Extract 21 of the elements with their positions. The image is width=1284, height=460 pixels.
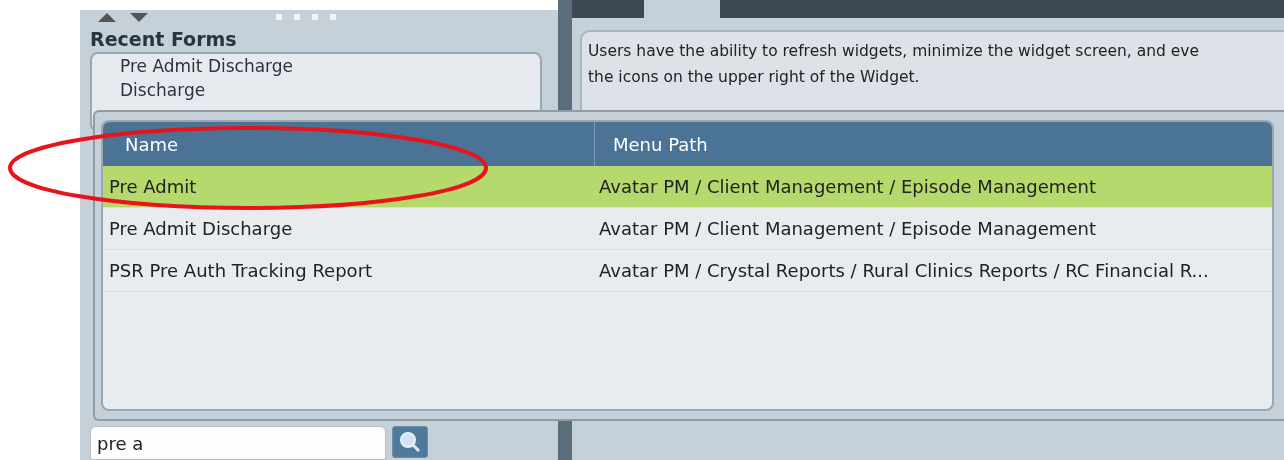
- table-cell-text: Avatar PM / Crystal Reports / Rural Clinics Reports / RC Financial R...: [599, 259, 1210, 283]
- column-header: Menu Path: [612, 132, 709, 157]
- recent-forms-title: Recent Forms: [90, 28, 238, 50]
- table-cell-text: PSR Pre Auth Tracking Report: [108, 259, 374, 283]
- result-row[interactable]: PSR Pre Auth Tracking Report Avatar PM / Crystal Reports / Rural Clinics Reports / RC Financial R...: [103, 250, 1272, 292]
- table-cell-text: Pre Admit: [108, 175, 198, 199]
- table-cell-text: Pre Admit Discharge: [108, 217, 294, 241]
- table-cell-text: Avatar PM / Client Management / Episode Management: [599, 217, 1097, 241]
- up-arrow-icon[interactable]: [98, 12, 116, 22]
- down-arrow-icon[interactable]: [130, 12, 148, 22]
- search-icon: [398, 430, 422, 454]
- search-button[interactable]: [392, 426, 428, 458]
- table-cell-text: Avatar PM / Client Management / Episode Management: [599, 175, 1097, 199]
- recent-form-item[interactable]: Discharge: [120, 78, 206, 102]
- search-field[interactable]: pre a: [90, 426, 386, 460]
- description-text: Users have the ability to refresh widgets, minimize the widget screen, and eve: [588, 41, 1200, 62]
- recent-form-item[interactable]: Pre Admit Discharge: [120, 54, 294, 78]
- result-row[interactable]: Pre Admit Discharge Avatar PM / Client Management / Episode Management: [103, 208, 1272, 250]
- result-row[interactable]: Pre Admit Avatar PM / Client Management / Episode Management: [103, 166, 1272, 208]
- description-text: the icons on the upper right of the Widget.: [588, 67, 920, 88]
- grip-icon[interactable]: [276, 14, 338, 20]
